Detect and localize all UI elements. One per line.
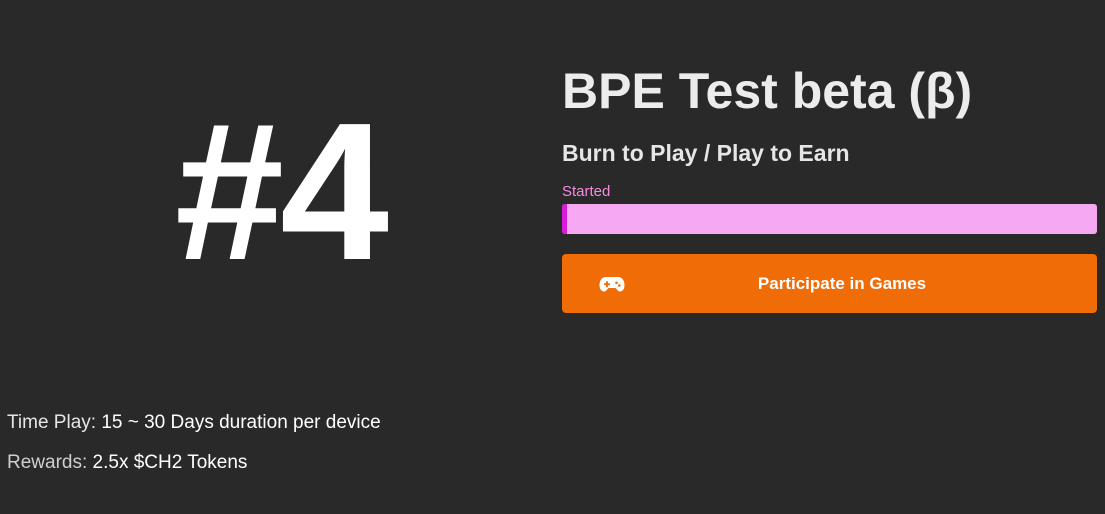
game-info-panel: BPE Test beta (β) Burn to Play / Play to… <box>562 60 1097 313</box>
time-play-label: Time Play: <box>7 412 97 433</box>
gamepad-icon <box>599 275 625 293</box>
game-details: Time Play: 15 ~ 30 Days duration per dev… <box>7 410 381 490</box>
rewards-label: Rewards: <box>7 452 88 473</box>
participate-button[interactable]: Participate in Games <box>562 254 1097 313</box>
game-card: #4 Time Play: 15 ~ 30 Days duration per … <box>0 0 1105 514</box>
participate-button-label: Participate in Games <box>757 273 927 293</box>
game-subtitle: Burn to Play / Play to Earn <box>562 140 850 166</box>
time-play-row: Time Play: 15 ~ 30 Days duration per dev… <box>7 410 381 436</box>
progress-bar <box>562 204 1097 234</box>
rewards-value: 2.5x $CH2 Tokens <box>92 452 248 473</box>
rewards-row: Rewards: 2.5x $CH2 Tokens <box>7 450 381 476</box>
status-label: Started <box>562 183 611 200</box>
game-title: BPE Test beta (β) <box>562 63 973 119</box>
progress-bar-fill <box>562 204 568 234</box>
time-play-value: 15 ~ 30 Days duration per device <box>101 412 381 433</box>
rank-number: #4 <box>174 82 389 301</box>
